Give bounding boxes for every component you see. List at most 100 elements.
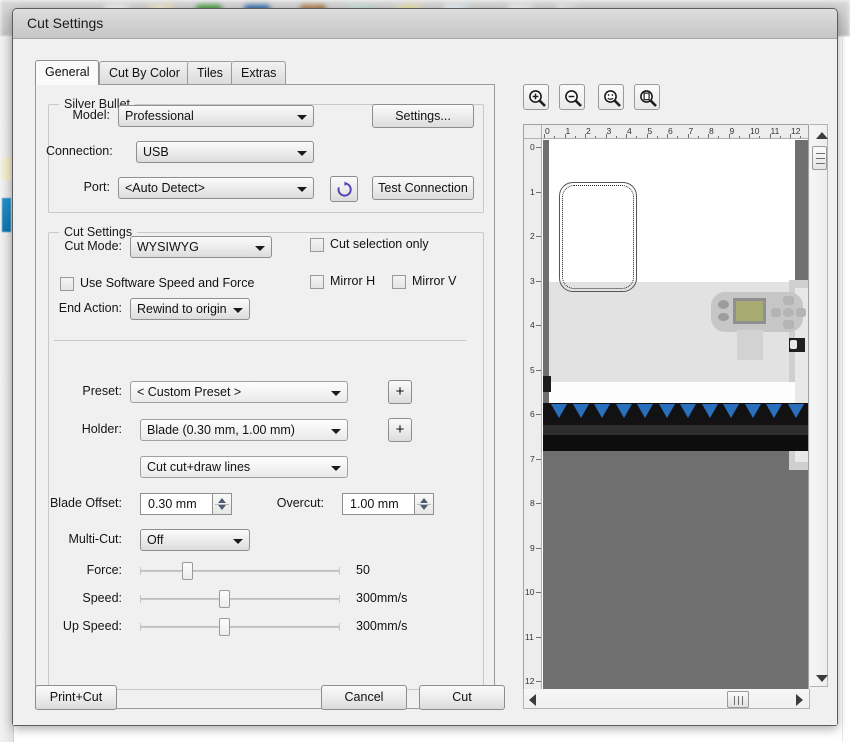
up-speed-slider-thumb[interactable] [219,618,231,636]
cut-mode-combobox[interactable]: WYSIWYG [130,236,272,258]
cut-mode-label: Cut Mode: [64,239,122,253]
ruler-h-label: 0 [545,126,550,136]
ruler-v-tick [536,147,541,148]
port-combobox[interactable]: <Auto Detect> [118,177,314,199]
ruler-v-tick [536,503,541,504]
ruler-v-tick [536,636,541,638]
zoom-in-button[interactable] [523,84,549,110]
overcut-value[interactable]: 1.00 mm [342,493,414,515]
tab-cut-by-color[interactable]: Cut By Color [99,61,190,84]
cancel-button[interactable]: Cancel [321,685,407,710]
machine-pinch-roller [744,404,761,418]
tab-tiles[interactable]: Tiles [187,61,233,84]
slider-track [140,626,340,628]
preview-vertical-scroll-thumb[interactable] [812,146,827,170]
ruler-v-tick [536,369,541,371]
scroll-up-arrow-icon[interactable] [816,132,828,139]
machine-pinch-roller [701,404,718,418]
machine-dpad-right [796,308,806,317]
zoom-fit-page-button[interactable] [634,84,660,110]
multi-cut-combobox[interactable]: Off [140,529,250,551]
stepper-down-icon [218,505,226,510]
machine-pinch-roller [658,404,675,418]
ruler-h-tick [749,134,750,138]
ruler-h-tick [626,134,627,138]
preview-panel[interactable]: 0 1 2 3 4 5 6 7 8 9 10 11 12 0 1 2 3 4 5 6 7 8 9 10 11 12 [523,124,809,709]
end-action-combobox[interactable]: Rewind to origin [130,298,250,320]
force-slider[interactable] [140,560,340,582]
ruler-h-label: 1 [565,126,571,136]
ruler-h-minor-tick [800,136,802,138]
holder-combobox[interactable]: Blade (0.30 mm, 1.00 mm) [140,419,348,441]
end-action-value: Rewind to origin [137,302,227,316]
holder-value: Blade (0.30 mm, 1.00 mm) [147,423,295,437]
ruler-h-minor-tick [574,136,576,138]
chevron-down-icon [297,187,307,192]
ruler-h-minor-tick [554,136,556,138]
refresh-ports-button[interactable] [330,176,358,202]
machine-pinch-roller [787,404,804,418]
force-slider-thumb[interactable] [181,562,193,580]
ruler-h-tick [646,134,648,138]
up-speed-label: Up Speed: [62,619,122,633]
preview-canvas[interactable] [543,140,808,708]
cut-settings-dialog: Cut Settings General Cut By Color Tiles … [12,8,838,726]
preview-vertical-scrollbar[interactable] [810,124,828,687]
holder-label: Holder: [81,422,122,436]
add-preset-button[interactable]: + [388,380,412,404]
zoom-to-selection-button[interactable] [598,84,624,110]
ruler-v-label: 10 [525,587,535,597]
settings-button[interactable]: Settings... [372,104,474,128]
test-connection-button[interactable]: Test Connection [372,176,474,200]
model-combobox[interactable]: Professional [118,105,314,127]
add-holder-button[interactable]: + [388,418,412,442]
dialog-title: Cut Settings [27,15,104,31]
ruler-v-label: 9 [530,542,535,553]
ruler-h-tick [769,134,771,138]
force-label: Force: [86,563,122,577]
machine-pinch-roller [766,404,782,418]
ruler-v-label: 11 [525,631,534,642]
ruler-v-tick [536,414,541,415]
ruler-v-tick [536,280,541,282]
preset-combobox[interactable]: < Custom Preset > [130,381,348,403]
up-speed-slider[interactable] [140,616,340,638]
ruler-v-label: 2 [530,231,535,241]
chevron-down-icon [297,115,307,120]
blade-offset-stepper[interactable] [212,493,232,515]
ruler-h-label: 3 [606,126,612,136]
up-speed-value: 300mm/s [356,619,408,633]
connection-combobox[interactable]: USB [136,141,314,163]
overcut-spinner[interactable]: 1.00 mm [342,493,434,515]
ruler-h-tick [564,134,566,138]
design-shape-outline[interactable] [559,182,637,292]
ruler-v-label: 7 [530,453,535,464]
speed-slider-thumb[interactable] [219,590,231,608]
tab-extras[interactable]: Extras [231,61,287,84]
ruler-h-tick [790,134,791,138]
ruler-h-tick [728,134,730,138]
line-mode-combobox[interactable]: Cut cut+draw lines [140,456,348,478]
print-cut-button[interactable]: Print+Cut [35,685,117,710]
speed-value: 300mm/s [356,591,408,605]
port-value: <Auto Detect> [125,181,205,195]
ruler-h-tick [667,134,668,138]
zoom-out-button[interactable] [559,84,585,110]
tab-general[interactable]: General [35,60,100,85]
blade-offset-value[interactable]: 0.30 mm [140,493,212,515]
machine-rail-low [543,435,808,451]
dialog-titlebar: Cut Settings [13,9,837,39]
machine-front-strip [549,382,795,403]
speed-slider[interactable] [140,588,340,610]
ruler-v-tick [536,236,541,237]
connection-value: USB [143,145,169,159]
machine-dpad-left [771,308,781,317]
cut-button[interactable]: Cut [419,685,505,710]
blade-offset-spinner[interactable]: 0.30 mm [140,493,232,515]
overcut-stepper[interactable] [414,493,434,515]
ruler-h-label: 8 [709,126,714,136]
ruler-h-minor-tick [615,136,617,138]
mirror-h-label: Mirror H [330,274,376,288]
chevron-down-icon [255,246,265,251]
checkbox-box [392,275,406,289]
